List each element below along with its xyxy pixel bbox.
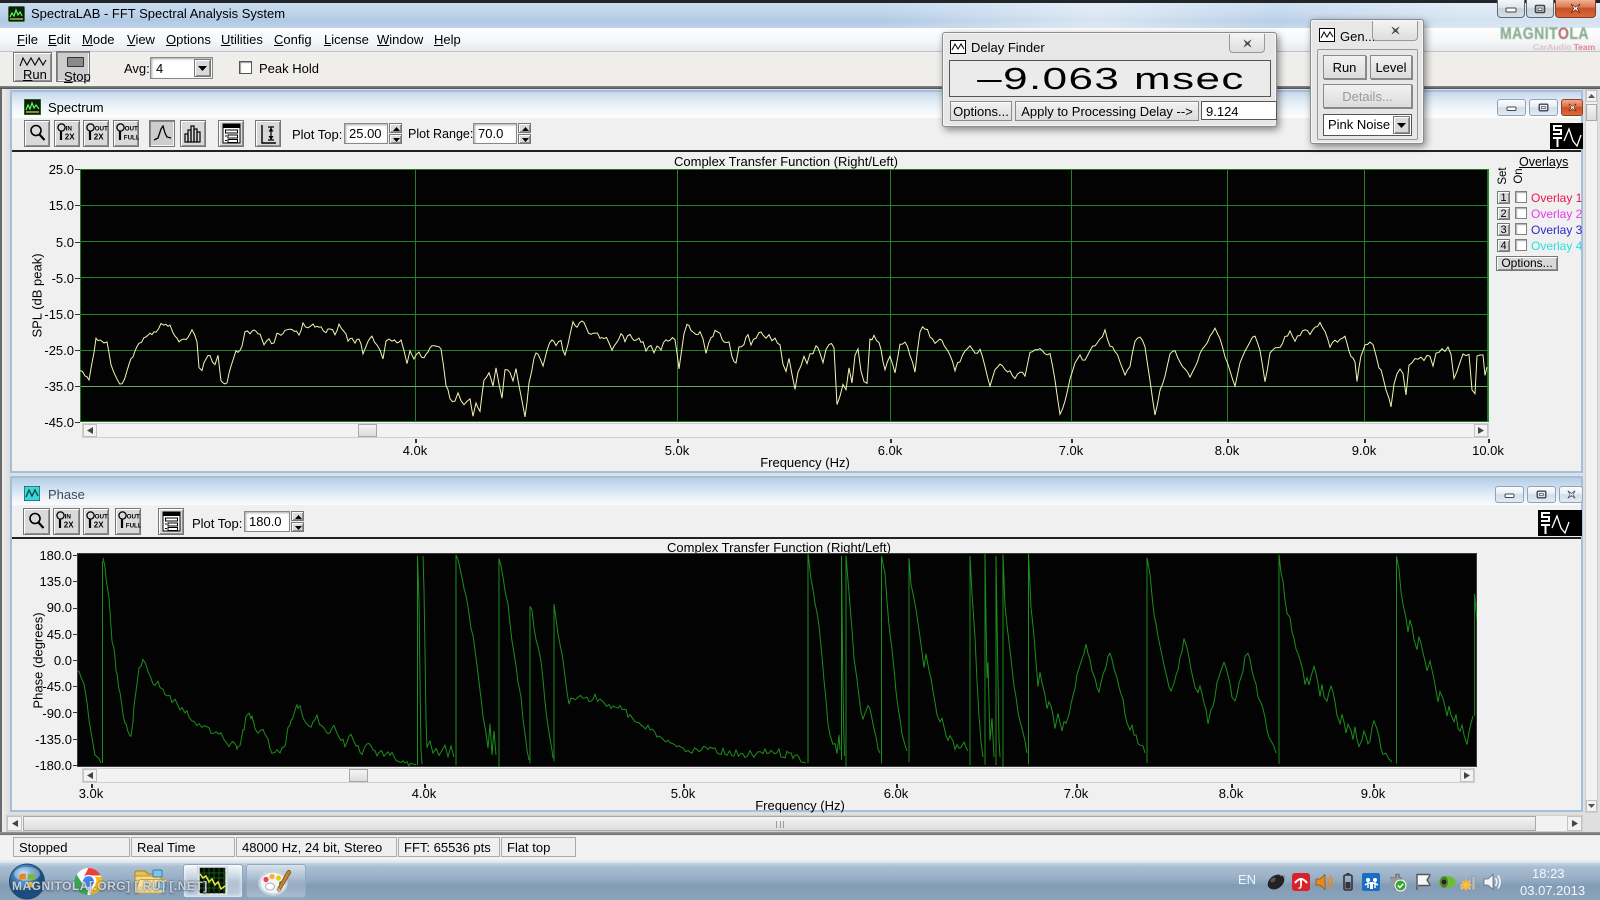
svg-text:IN: IN [65,514,72,521]
svg-text:2X: 2X [94,133,104,142]
svg-text:2X: 2X [94,521,104,530]
svg-text:OUT: OUT [95,514,108,521]
svg-text:OUT: OUT [125,126,138,133]
svg-text:FULL: FULL [126,523,141,530]
svg-text:OUT: OUT [95,126,108,133]
svg-text:OUT: OUT [127,514,140,521]
svg-text:2X: 2X [65,133,75,142]
svg-text:IN: IN [66,126,73,133]
svg-text:2X: 2X [64,521,74,530]
svg-text:FULL: FULL [124,135,139,142]
